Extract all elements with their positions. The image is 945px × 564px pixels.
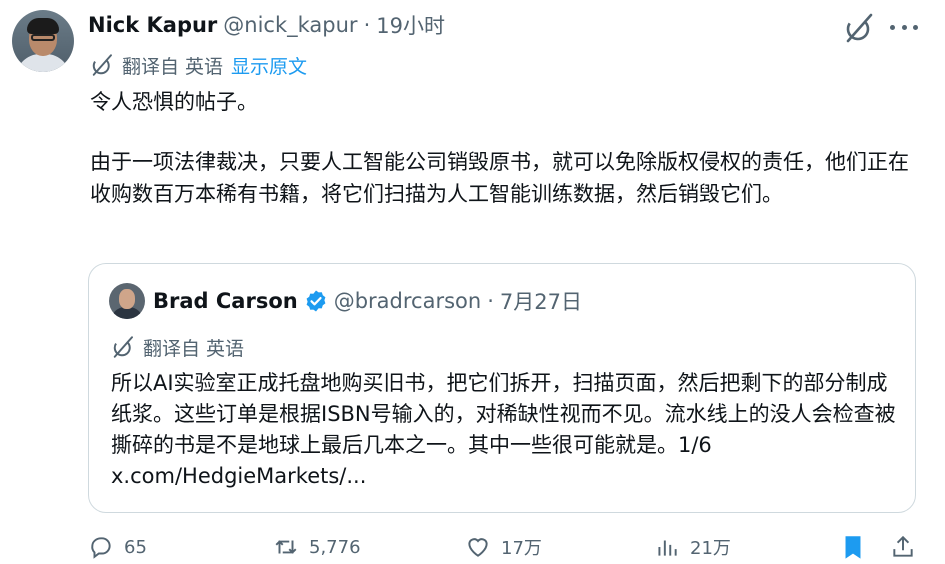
views-count: 21万 [690, 538, 731, 559]
reply-button[interactable]: 65 [88, 534, 147, 560]
verified-badge-icon [306, 290, 326, 312]
translation-row: 翻译自 英语 显示原文 [90, 52, 307, 78]
views-icon [658, 540, 677, 556]
post-time[interactable]: 19小时 [376, 10, 445, 40]
share-icon [893, 535, 913, 557]
translated-from-label: 翻译自 英语 [122, 55, 224, 78]
translate-icon [92, 54, 112, 76]
quote-author-name[interactable]: Brad Carson [153, 289, 298, 313]
share-button[interactable] [890, 534, 916, 560]
heart-icon [468, 538, 488, 557]
post-text-line-1: 令人恐惧的帖子。 [90, 90, 258, 114]
quote-translation-row: 翻译自 英语 [111, 334, 244, 360]
author-avatar[interactable] [12, 10, 74, 72]
post-header: Nick Kapur @nick_kapur · 19小时 [88, 8, 445, 42]
action-bar: 65 5,776 17万 21万 [88, 534, 918, 564]
post-text: 令人恐惧的帖子。 由于一项法律裁决，只要人工智能公司销毁原书，就可以免除版权侵权… [90, 86, 920, 210]
like-button[interactable]: 17万 [465, 534, 542, 560]
quote-translated-from-label: 翻译自 英语 [143, 337, 245, 360]
retweet-icon [275, 540, 297, 554]
more-dots-icon[interactable] [890, 14, 918, 40]
show-original-link[interactable]: 显示原文 [231, 52, 307, 79]
translate-icon [113, 336, 133, 358]
author-name[interactable]: Nick Kapur [88, 13, 217, 37]
bookmark-icon [845, 536, 861, 559]
quote-author-handle[interactable]: @bradrcarson [334, 289, 481, 313]
quote-author-avatar[interactable] [109, 283, 145, 319]
reply-icon [91, 537, 111, 559]
views-button[interactable]: 21万 [654, 534, 731, 560]
grok-icon[interactable] [843, 12, 875, 44]
quote-header: Brad Carson @bradrcarson · 7月27日 [153, 284, 582, 318]
like-count: 17万 [501, 538, 542, 559]
post-text-paragraph-2: 由于一项法律裁决，只要人工智能公司销毁原书，就可以免除版权侵权的责任，他们正在收… [90, 150, 909, 206]
reply-count: 65 [124, 536, 147, 558]
quote-time[interactable]: 7月27日 [500, 286, 582, 316]
retweet-count: 5,776 [309, 536, 361, 558]
bookmark-button[interactable] [840, 534, 866, 560]
quote-text: 所以AI实验室正成托盘地购买旧书，把它们拆开，扫描页面，然后把剩下的部分制成纸浆… [111, 371, 896, 488]
quote-separator-dot: · [487, 289, 494, 313]
retweet-button[interactable]: 5,776 [273, 534, 361, 560]
author-handle[interactable]: @nick_kapur [223, 13, 357, 37]
quoted-post-card[interactable]: Brad Carson @bradrcarson · 7月27日 翻译自 英语 … [88, 263, 916, 513]
separator-dot: · [363, 13, 371, 37]
